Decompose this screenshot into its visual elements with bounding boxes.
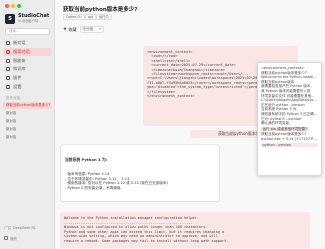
outline-item[interactable]: python.exe → 3.14 [+17157 Phyton 标] — [261, 137, 318, 142]
history-item[interactable]: 新对话 — [3, 110, 52, 117]
history-item[interactable]: 新对话 — [3, 118, 52, 125]
sidebar-item-settings[interactable]: 设置 — [3, 83, 52, 91]
sidebar-item-label: 新对话 — [13, 40, 26, 45]
sidebar-item-label: 插件 — [13, 75, 22, 81]
status-badge: 运行中 — [96, 14, 112, 20]
close-window-button[interactable] — [5, 4, 9, 8]
outline-item[interactable]: 我知道系统中的 Python 3 已正确安装 — [261, 112, 318, 117]
star-icon: ★ — [63, 27, 68, 32]
plus-icon — [6, 41, 10, 45]
outline-pill[interactable]: 运行 pip 或者其他环境配置? — [261, 126, 309, 132]
sidebar-nav: 新对话 搜索对话 智能体 知识库 插件 设置 — [3, 39, 52, 92]
sidebar-item-label: 知识库 — [13, 66, 26, 72]
history-title: 历史对话 — [6, 96, 20, 100]
assistant-message-body: - 版本号信息: Python 3.14 - 位于环境变量中: Python 3… — [65, 171, 168, 190]
history-item[interactable]: 获取当前python版本是多少? — [3, 102, 52, 109]
outline-item[interactable]: 确认我的环境变量， — [261, 121, 318, 126]
robot-icon — [6, 58, 10, 63]
sidebar-item-agents[interactable]: 智能体 — [3, 57, 52, 65]
tag-badge: gpt — [85, 14, 97, 20]
book-icon — [6, 67, 10, 72]
maximize-window-button[interactable] — [17, 4, 21, 8]
user-icon — [4, 236, 8, 240]
tag-badge: Codex CLI — [63, 14, 85, 20]
sidebar-item-label: 智能体 — [13, 57, 26, 63]
page-title: 获取当前python版本是多少? — [63, 7, 138, 13]
outline-item-active[interactable]: python --version — [261, 142, 318, 148]
model-toggle[interactable]: DeepSeek-R1 — [4, 224, 51, 232]
sidebar-item-label: 搜索对话 — [13, 48, 30, 54]
sidebar-search-input[interactable]: 搜索... — [5, 28, 50, 35]
tool-output-message: Welcome to the Python installation manag… — [60, 212, 310, 248]
brand-subtitle: AI 桌面客户端 — [18, 19, 39, 23]
model-toggle-label: DeepSeek-R1 — [13, 226, 36, 230]
brand: S StudioChat AI 桌面客户端 — [5, 14, 49, 24]
outline-item[interactable]: 我 Python 版本可能需要写入到 — [261, 89, 318, 94]
collect-label: 收藏 — [68, 26, 77, 32]
minimize-window-button[interactable] — [11, 4, 15, 8]
gear-icon — [6, 84, 10, 89]
history-item[interactable]: 新对话 — [3, 134, 52, 141]
assistant-message: 当前系统 Python 3 为: - 版本号信息: Python 3.14 - … — [60, 144, 220, 202]
sidebar: S StudioChat AI 桌面客户端 搜索... 新对话 搜索对话 智能体… — [0, 0, 55, 249]
sidebar-item-knowledge[interactable]: 知识库 — [3, 65, 52, 73]
sidebar-item-new-chat[interactable]: 新对话 — [3, 39, 52, 47]
group-select[interactable]: 无分组 — [79, 26, 104, 33]
search-icon — [6, 49, 10, 54]
user-menu-label: 我的 — [10, 236, 17, 241]
sidebar-item-plugins[interactable]: 插件 — [3, 74, 52, 82]
window-controls — [5, 4, 21, 8]
message-outline-panel[interactable]: <environment_context> 获取当前python版本是多少? W… — [257, 62, 322, 176]
assistant-message-header: 当前系统 Python 3 为: — [65, 157, 108, 163]
toggle-switch[interactable] — [4, 226, 11, 230]
app-logo-icon: S — [5, 14, 15, 24]
toolbar: ★ 收藏 无分组 — [63, 26, 104, 33]
collect-button[interactable]: ★ 收藏 — [63, 27, 77, 33]
history-item[interactable]: 新对话 — [3, 126, 52, 133]
sidebar-item-search-chats[interactable]: 搜索对话 — [3, 47, 52, 56]
sidebar-item-label: 设置 — [13, 83, 22, 89]
puzzle-icon — [6, 76, 10, 81]
user-menu[interactable]: 我的 — [4, 234, 51, 242]
